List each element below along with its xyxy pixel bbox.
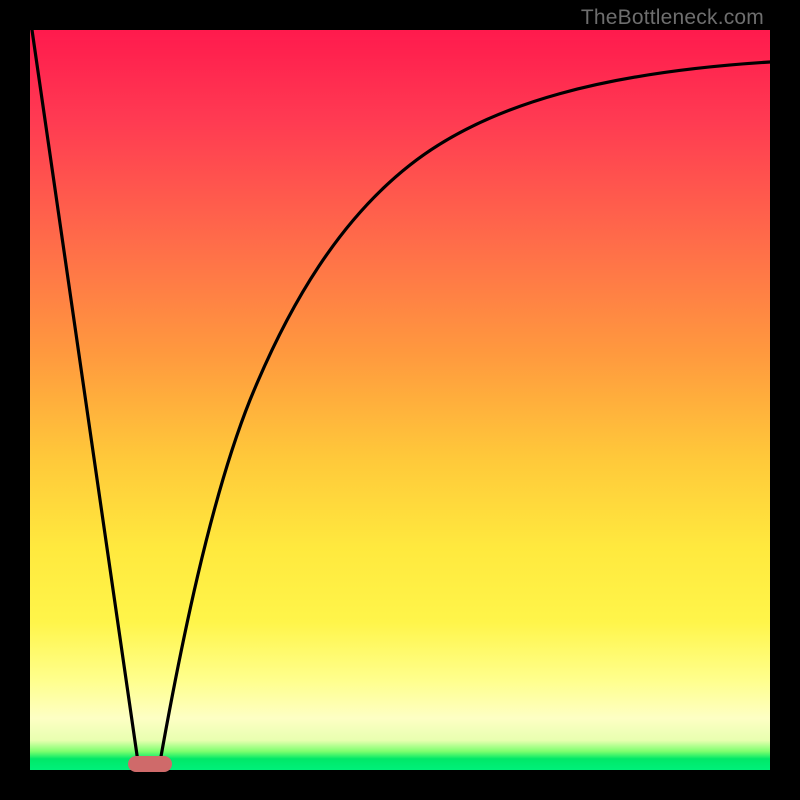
watermark-text: TheBottleneck.com [581, 6, 764, 30]
curve-left-branch [32, 30, 138, 762]
curve-right-branch [160, 62, 770, 762]
bottleneck-curve [30, 30, 770, 770]
minimum-marker [128, 756, 172, 772]
chart-frame: TheBottleneck.com [0, 0, 800, 800]
plot-area [30, 30, 770, 770]
